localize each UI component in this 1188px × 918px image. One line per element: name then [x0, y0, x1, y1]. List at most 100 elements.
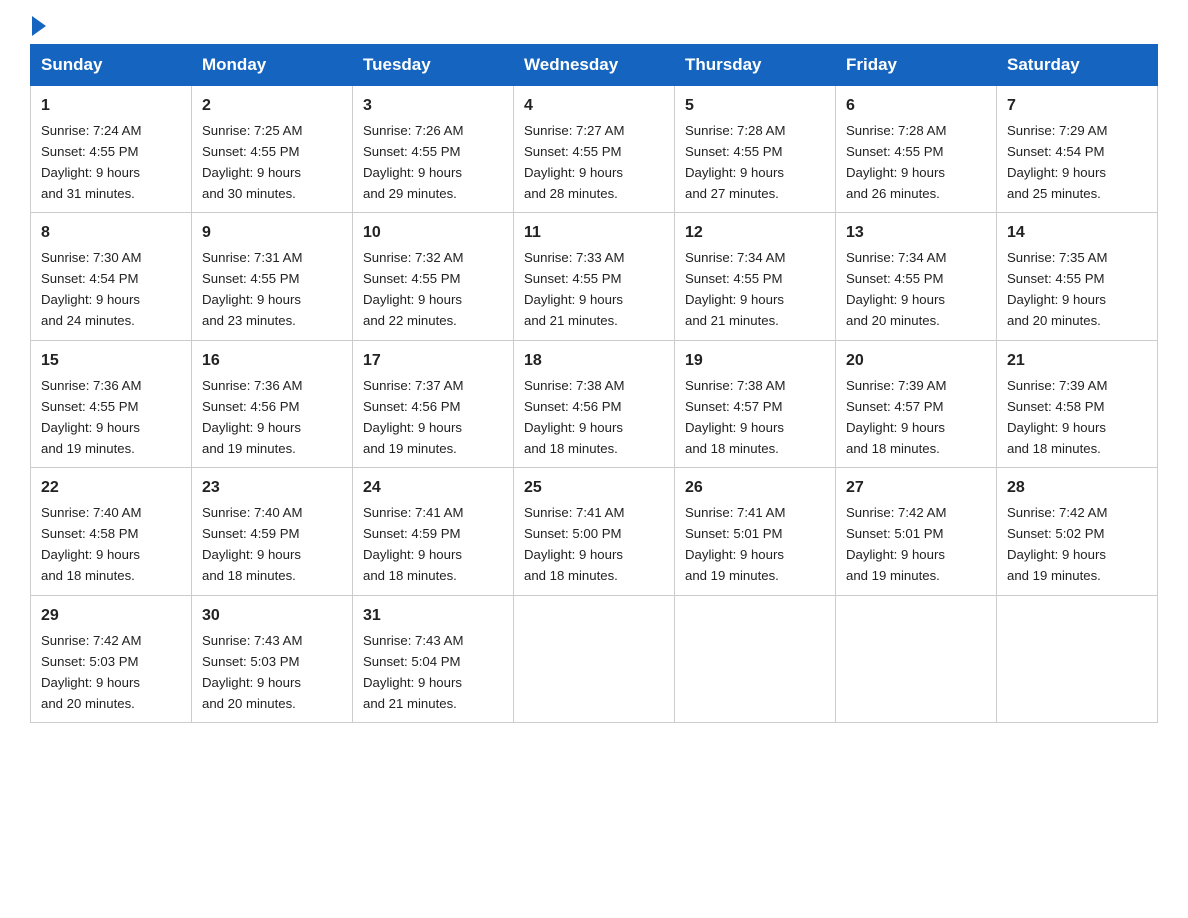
calendar-cell: 2 Sunrise: 7:25 AMSunset: 4:55 PMDayligh…	[192, 86, 353, 213]
day-number: 11	[524, 221, 664, 246]
calendar-cell: 6 Sunrise: 7:28 AMSunset: 4:55 PMDayligh…	[836, 86, 997, 213]
calendar-cell: 28 Sunrise: 7:42 AMSunset: 5:02 PMDaylig…	[997, 468, 1158, 595]
calendar-cell: 24 Sunrise: 7:41 AMSunset: 4:59 PMDaylig…	[353, 468, 514, 595]
calendar-cell: 16 Sunrise: 7:36 AMSunset: 4:56 PMDaylig…	[192, 340, 353, 467]
day-info: Sunrise: 7:43 AMSunset: 5:04 PMDaylight:…	[363, 633, 463, 711]
day-number: 30	[202, 604, 342, 629]
week-row-2: 8 Sunrise: 7:30 AMSunset: 4:54 PMDayligh…	[31, 213, 1158, 340]
calendar-cell: 7 Sunrise: 7:29 AMSunset: 4:54 PMDayligh…	[997, 86, 1158, 213]
calendar-cell: 13 Sunrise: 7:34 AMSunset: 4:55 PMDaylig…	[836, 213, 997, 340]
day-number: 16	[202, 349, 342, 374]
week-row-1: 1 Sunrise: 7:24 AMSunset: 4:55 PMDayligh…	[31, 86, 1158, 213]
day-number: 28	[1007, 476, 1147, 501]
calendar-cell: 31 Sunrise: 7:43 AMSunset: 5:04 PMDaylig…	[353, 595, 514, 722]
calendar-cell: 29 Sunrise: 7:42 AMSunset: 5:03 PMDaylig…	[31, 595, 192, 722]
calendar-cell: 30 Sunrise: 7:43 AMSunset: 5:03 PMDaylig…	[192, 595, 353, 722]
day-number: 1	[41, 94, 181, 119]
calendar-cell: 5 Sunrise: 7:28 AMSunset: 4:55 PMDayligh…	[675, 86, 836, 213]
day-number: 17	[363, 349, 503, 374]
day-info: Sunrise: 7:24 AMSunset: 4:55 PMDaylight:…	[41, 123, 141, 201]
day-number: 4	[524, 94, 664, 119]
day-number: 5	[685, 94, 825, 119]
calendar-cell: 22 Sunrise: 7:40 AMSunset: 4:58 PMDaylig…	[31, 468, 192, 595]
calendar-cell: 11 Sunrise: 7:33 AMSunset: 4:55 PMDaylig…	[514, 213, 675, 340]
day-number: 20	[846, 349, 986, 374]
day-info: Sunrise: 7:37 AMSunset: 4:56 PMDaylight:…	[363, 378, 463, 456]
day-number: 18	[524, 349, 664, 374]
day-info: Sunrise: 7:26 AMSunset: 4:55 PMDaylight:…	[363, 123, 463, 201]
logo-triangle-icon	[32, 16, 46, 36]
logo	[30, 20, 46, 34]
day-number: 29	[41, 604, 181, 629]
calendar-cell	[675, 595, 836, 722]
calendar-cell: 14 Sunrise: 7:35 AMSunset: 4:55 PMDaylig…	[997, 213, 1158, 340]
calendar-cell	[997, 595, 1158, 722]
calendar-cell: 23 Sunrise: 7:40 AMSunset: 4:59 PMDaylig…	[192, 468, 353, 595]
calendar-cell: 9 Sunrise: 7:31 AMSunset: 4:55 PMDayligh…	[192, 213, 353, 340]
day-info: Sunrise: 7:25 AMSunset: 4:55 PMDaylight:…	[202, 123, 302, 201]
day-number: 15	[41, 349, 181, 374]
day-of-week-saturday: Saturday	[997, 45, 1158, 86]
day-info: Sunrise: 7:38 AMSunset: 4:57 PMDaylight:…	[685, 378, 785, 456]
calendar-cell: 26 Sunrise: 7:41 AMSunset: 5:01 PMDaylig…	[675, 468, 836, 595]
day-number: 25	[524, 476, 664, 501]
day-number: 26	[685, 476, 825, 501]
day-of-week-sunday: Sunday	[31, 45, 192, 86]
day-info: Sunrise: 7:36 AMSunset: 4:55 PMDaylight:…	[41, 378, 141, 456]
day-info: Sunrise: 7:36 AMSunset: 4:56 PMDaylight:…	[202, 378, 302, 456]
calendar-cell: 19 Sunrise: 7:38 AMSunset: 4:57 PMDaylig…	[675, 340, 836, 467]
day-number: 12	[685, 221, 825, 246]
day-info: Sunrise: 7:41 AMSunset: 4:59 PMDaylight:…	[363, 505, 463, 583]
calendar-cell: 8 Sunrise: 7:30 AMSunset: 4:54 PMDayligh…	[31, 213, 192, 340]
day-info: Sunrise: 7:33 AMSunset: 4:55 PMDaylight:…	[524, 250, 624, 328]
calendar-table: SundayMondayTuesdayWednesdayThursdayFrid…	[30, 44, 1158, 723]
calendar-cell: 15 Sunrise: 7:36 AMSunset: 4:55 PMDaylig…	[31, 340, 192, 467]
day-info: Sunrise: 7:34 AMSunset: 4:55 PMDaylight:…	[846, 250, 946, 328]
day-info: Sunrise: 7:40 AMSunset: 4:59 PMDaylight:…	[202, 505, 302, 583]
day-of-week-thursday: Thursday	[675, 45, 836, 86]
day-info: Sunrise: 7:43 AMSunset: 5:03 PMDaylight:…	[202, 633, 302, 711]
calendar-cell: 25 Sunrise: 7:41 AMSunset: 5:00 PMDaylig…	[514, 468, 675, 595]
day-number: 19	[685, 349, 825, 374]
day-info: Sunrise: 7:42 AMSunset: 5:01 PMDaylight:…	[846, 505, 946, 583]
calendar-header: SundayMondayTuesdayWednesdayThursdayFrid…	[31, 45, 1158, 86]
calendar-cell: 3 Sunrise: 7:26 AMSunset: 4:55 PMDayligh…	[353, 86, 514, 213]
calendar-cell: 4 Sunrise: 7:27 AMSunset: 4:55 PMDayligh…	[514, 86, 675, 213]
day-number: 23	[202, 476, 342, 501]
day-info: Sunrise: 7:40 AMSunset: 4:58 PMDaylight:…	[41, 505, 141, 583]
day-info: Sunrise: 7:28 AMSunset: 4:55 PMDaylight:…	[846, 123, 946, 201]
day-number: 6	[846, 94, 986, 119]
day-info: Sunrise: 7:42 AMSunset: 5:02 PMDaylight:…	[1007, 505, 1107, 583]
day-number: 2	[202, 94, 342, 119]
day-header-row: SundayMondayTuesdayWednesdayThursdayFrid…	[31, 45, 1158, 86]
week-row-4: 22 Sunrise: 7:40 AMSunset: 4:58 PMDaylig…	[31, 468, 1158, 595]
calendar-cell	[514, 595, 675, 722]
day-of-week-friday: Friday	[836, 45, 997, 86]
day-number: 22	[41, 476, 181, 501]
day-number: 21	[1007, 349, 1147, 374]
day-info: Sunrise: 7:39 AMSunset: 4:57 PMDaylight:…	[846, 378, 946, 456]
day-number: 8	[41, 221, 181, 246]
day-number: 24	[363, 476, 503, 501]
day-of-week-wednesday: Wednesday	[514, 45, 675, 86]
calendar-cell: 18 Sunrise: 7:38 AMSunset: 4:56 PMDaylig…	[514, 340, 675, 467]
day-info: Sunrise: 7:38 AMSunset: 4:56 PMDaylight:…	[524, 378, 624, 456]
day-info: Sunrise: 7:34 AMSunset: 4:55 PMDaylight:…	[685, 250, 785, 328]
calendar-cell: 21 Sunrise: 7:39 AMSunset: 4:58 PMDaylig…	[997, 340, 1158, 467]
day-number: 10	[363, 221, 503, 246]
calendar-cell: 17 Sunrise: 7:37 AMSunset: 4:56 PMDaylig…	[353, 340, 514, 467]
day-info: Sunrise: 7:28 AMSunset: 4:55 PMDaylight:…	[685, 123, 785, 201]
day-info: Sunrise: 7:32 AMSunset: 4:55 PMDaylight:…	[363, 250, 463, 328]
day-info: Sunrise: 7:29 AMSunset: 4:54 PMDaylight:…	[1007, 123, 1107, 201]
day-number: 14	[1007, 221, 1147, 246]
calendar-cell: 1 Sunrise: 7:24 AMSunset: 4:55 PMDayligh…	[31, 86, 192, 213]
day-info: Sunrise: 7:35 AMSunset: 4:55 PMDaylight:…	[1007, 250, 1107, 328]
day-info: Sunrise: 7:30 AMSunset: 4:54 PMDaylight:…	[41, 250, 141, 328]
calendar-body: 1 Sunrise: 7:24 AMSunset: 4:55 PMDayligh…	[31, 86, 1158, 723]
day-number: 3	[363, 94, 503, 119]
day-number: 31	[363, 604, 503, 629]
day-number: 7	[1007, 94, 1147, 119]
day-of-week-monday: Monday	[192, 45, 353, 86]
day-number: 9	[202, 221, 342, 246]
day-info: Sunrise: 7:42 AMSunset: 5:03 PMDaylight:…	[41, 633, 141, 711]
